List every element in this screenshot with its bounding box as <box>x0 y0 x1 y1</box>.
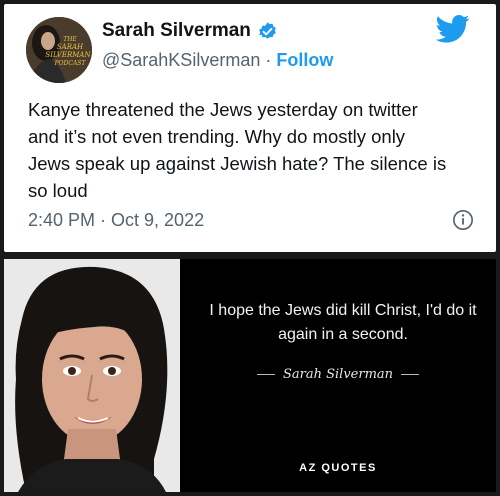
svg-text:SARAH: SARAH <box>57 43 84 51</box>
tweet-card: THE SARAH SILVERMAN PODCAST Sarah Silver… <box>4 4 496 252</box>
brand-logo: AZ QUOTES <box>299 462 377 474</box>
author-block: Sarah Silverman @SarahKSilverman · Follo… <box>102 20 333 71</box>
author-signature: Sarah Silverman <box>282 367 394 382</box>
avatar[interactable]: THE SARAH SILVERMAN PODCAST <box>26 17 92 83</box>
svg-text:SILVERMAN: SILVERMAN <box>45 51 91 59</box>
quote-image: I hope the Jews did kill Christ, I'd do … <box>4 259 496 492</box>
quote-attribution: Sarah Silverman <box>180 367 496 382</box>
quote-text: I hope the Jews did kill Christ, I'd do … <box>209 302 477 343</box>
svg-text:PODCAST: PODCAST <box>54 60 87 67</box>
svg-text:THE: THE <box>63 36 77 43</box>
display-name[interactable]: Sarah Silverman <box>102 20 251 42</box>
name-row: Sarah Silverman <box>102 20 333 42</box>
timestamp[interactable]: 2:40 PM · Oct 9, 2022 <box>28 210 204 231</box>
twitter-bird-icon[interactable] <box>436 14 470 44</box>
tweet-body: Kanye threatened the Jews yesterday on t… <box>28 99 447 201</box>
quote-panel: I hope the Jews did kill Christ, I'd do … <box>180 259 496 492</box>
divider <box>401 374 420 375</box>
divider <box>256 374 275 375</box>
handle-row: @SarahKSilverman · Follow <box>102 50 333 71</box>
follow-button[interactable]: Follow <box>276 50 333 71</box>
tweet-meta: 2:40 PM · Oct 9, 2022 <box>28 209 474 231</box>
verified-badge-icon <box>259 21 276 39</box>
portrait-photo <box>4 259 180 492</box>
podcast-logo-icon: THE SARAH SILVERMAN PODCAST <box>26 17 92 83</box>
info-icon[interactable] <box>452 209 474 231</box>
separator: · <box>265 50 272 70</box>
handle[interactable]: @SarahKSilverman <box>102 50 260 71</box>
